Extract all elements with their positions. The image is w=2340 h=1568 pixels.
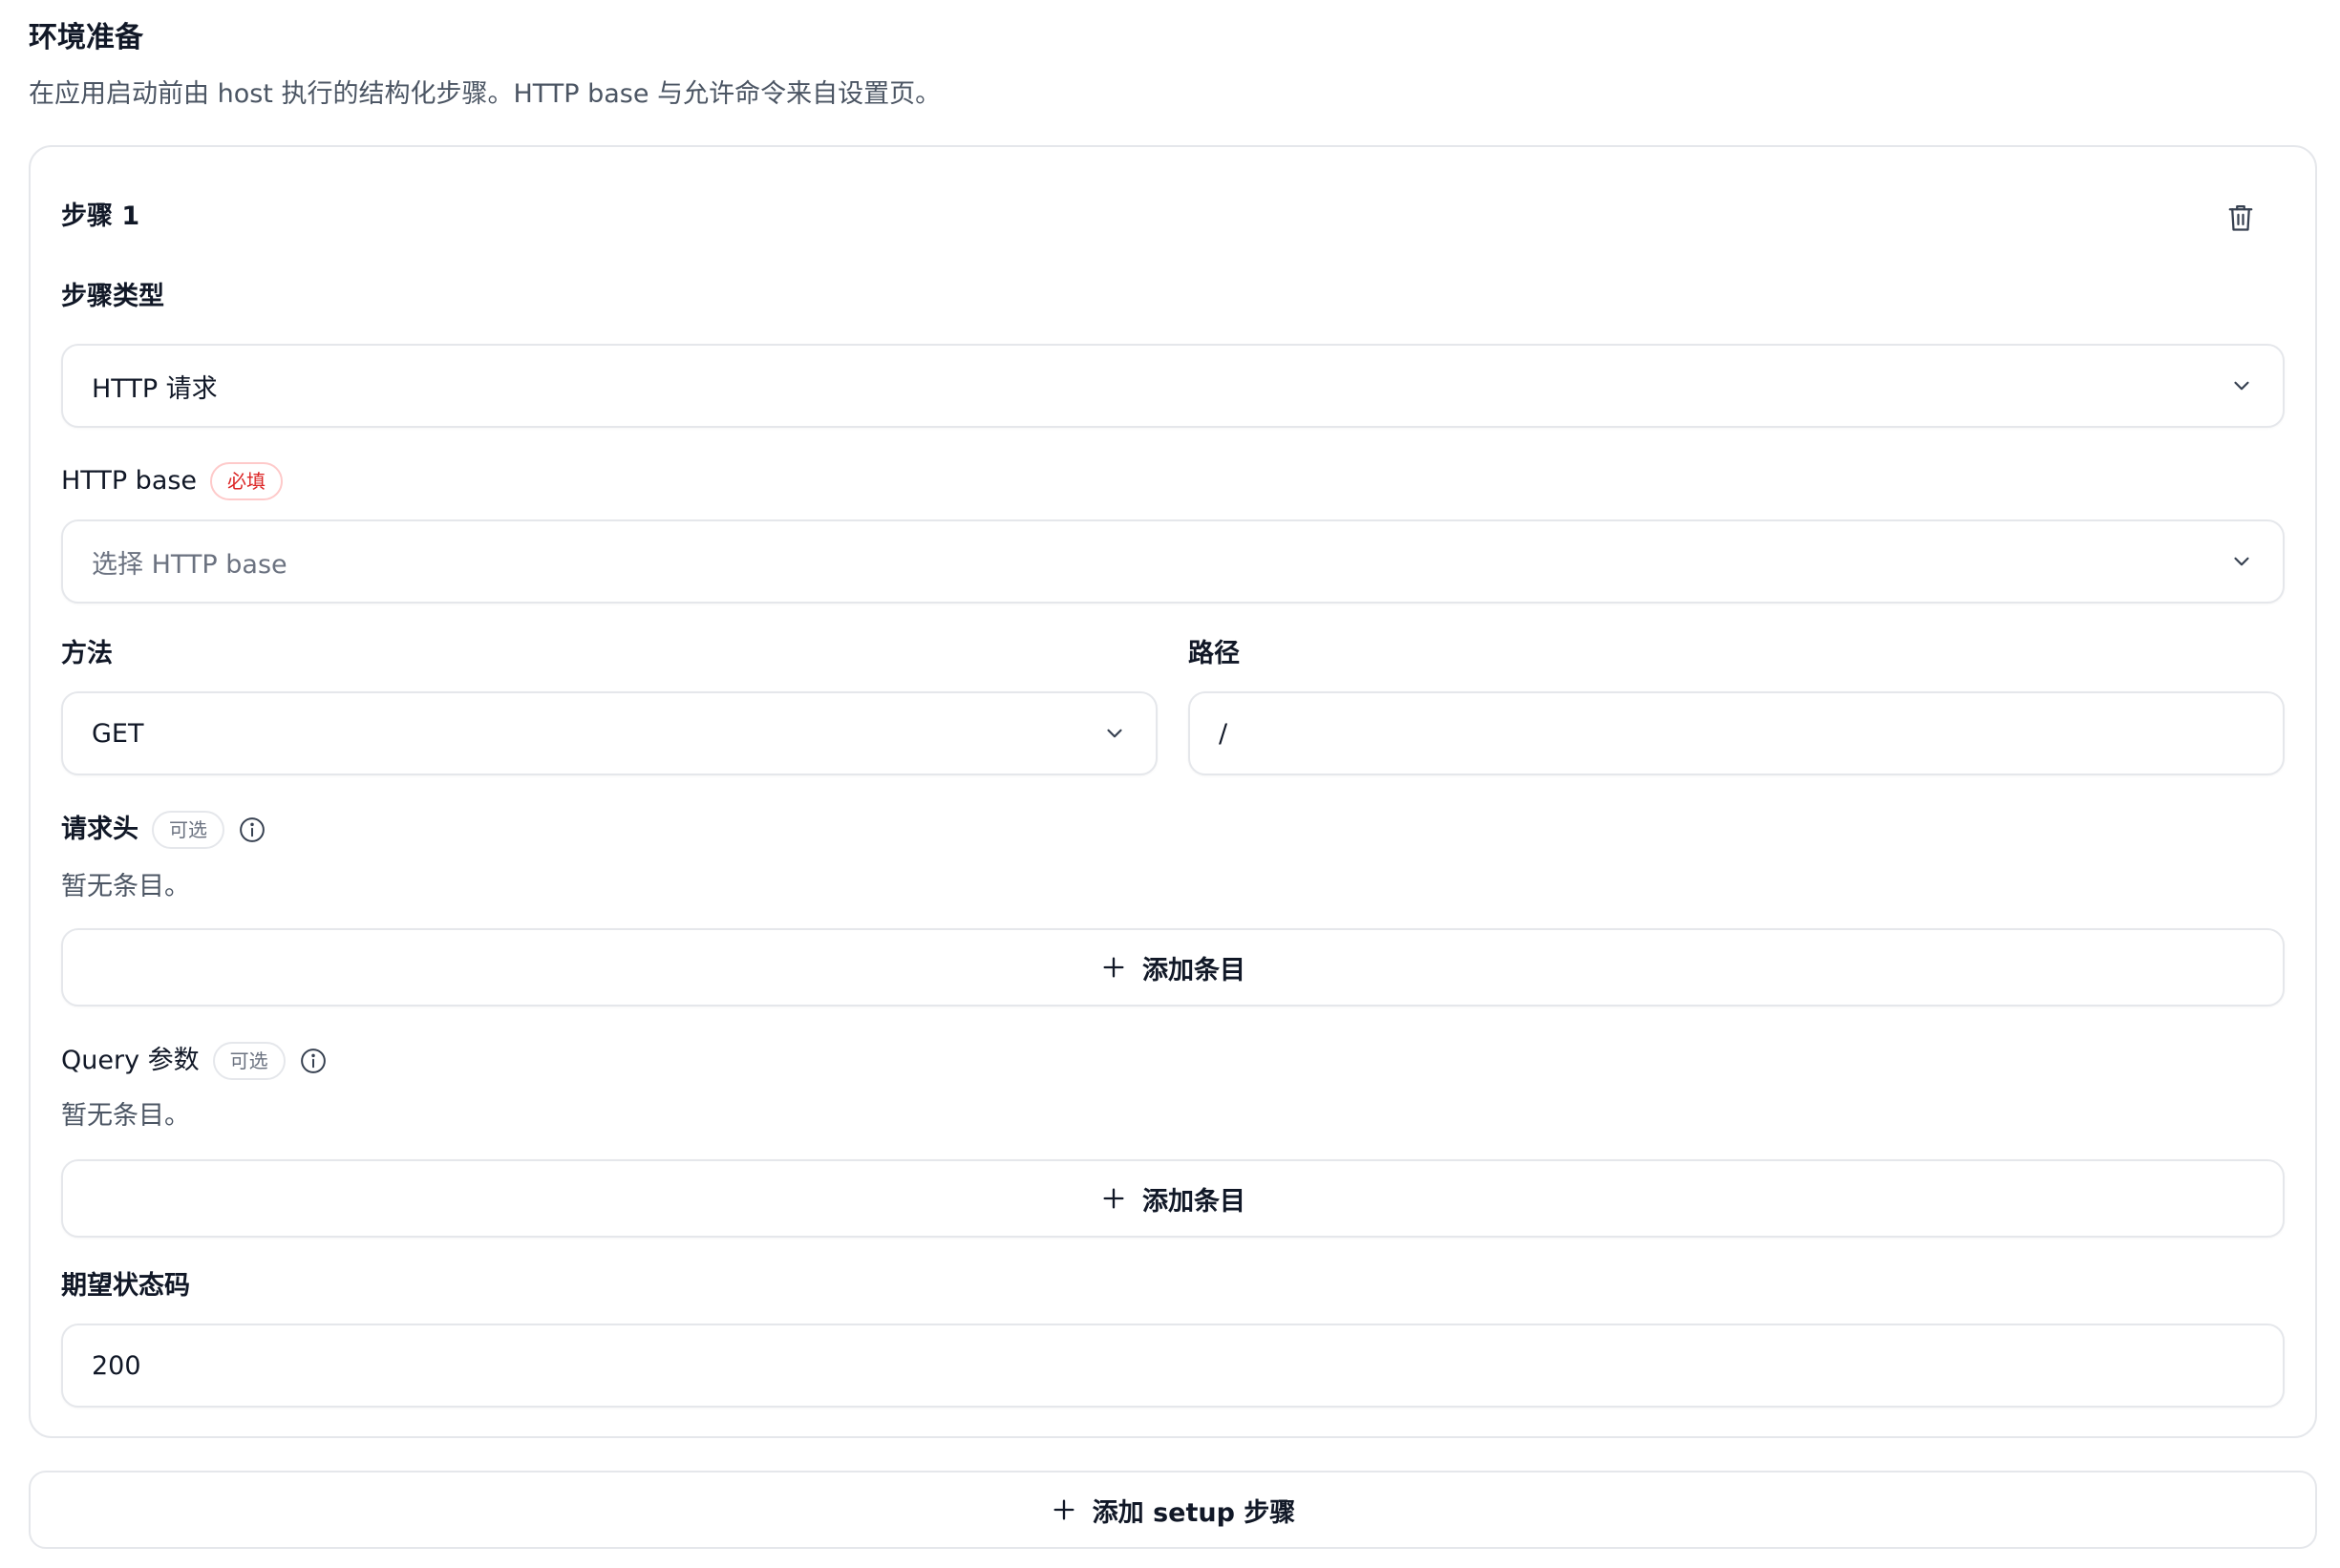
method-label-text: 方法 <box>61 639 113 668</box>
section-title: 环境准备 <box>29 21 143 54</box>
headers-empty-note: 暂无条目。 <box>61 872 190 901</box>
headers-label: 请求头 可选 <box>61 811 266 849</box>
method-label: 方法 <box>61 638 113 670</box>
info-icon[interactable] <box>299 1047 328 1075</box>
step-type-value: HTTP 请求 <box>92 373 218 404</box>
chevron-down-icon <box>2229 373 2254 398</box>
query-empty-note: 暂无条目。 <box>61 1101 190 1131</box>
add-header-button[interactable]: 添加条目 <box>61 928 2285 1006</box>
optional-badge: 可选 <box>212 1042 286 1080</box>
required-badge: 必填 <box>210 462 284 500</box>
plus-icon <box>1051 1496 1077 1523</box>
add-query-label: 添加条目 <box>1142 1186 1245 1217</box>
plus-icon <box>1100 1185 1127 1212</box>
add-setup-step-button[interactable]: 添加 setup 步骤 <box>29 1471 2317 1549</box>
chevron-down-icon <box>1102 721 1127 746</box>
path-input[interactable]: / <box>1188 691 2285 775</box>
environment-setup-page: 环境准备 在应用启动前由 host 执行的结构化步骤。HTTP base 与允许… <box>0 0 2340 1568</box>
trash-icon <box>2228 205 2253 231</box>
expected-status-label-text: 期望状态码 <box>61 1271 190 1301</box>
path-label-text: 路径 <box>1188 639 1240 668</box>
chevron-down-icon <box>2229 549 2254 574</box>
http-base-select[interactable]: 选择 HTTP base <box>61 519 2285 604</box>
query-label: Query 参数 可选 <box>61 1042 328 1080</box>
add-header-label: 添加条目 <box>1142 955 1245 985</box>
step-card: 步骤 1 步骤类型 HTTP 请求 HTTP base 必填 选择 HTTP b… <box>29 145 2317 1438</box>
http-base-label: HTTP base 必填 <box>61 462 284 500</box>
step-title: 步骤 1 <box>61 201 140 231</box>
step-type-label: 步骤类型 <box>61 281 164 313</box>
step-type-select[interactable]: HTTP 请求 <box>61 344 2285 428</box>
http-base-label-text: HTTP base <box>61 466 198 496</box>
method-select[interactable]: GET <box>61 691 1158 775</box>
plus-icon <box>1100 954 1127 981</box>
expected-status-input[interactable]: 200 <box>61 1324 2285 1408</box>
optional-badge: 可选 <box>152 811 224 849</box>
method-value: GET <box>92 718 144 749</box>
query-label-text: Query 参数 <box>61 1046 200 1075</box>
http-base-placeholder: 选择 HTTP base <box>92 549 287 580</box>
path-value: / <box>1219 718 1228 749</box>
delete-step-button[interactable] <box>2220 197 2262 239</box>
headers-label-text: 请求头 <box>61 815 138 844</box>
expected-status-value: 200 <box>92 1350 141 1381</box>
step-type-label-text: 步骤类型 <box>61 282 164 311</box>
expected-status-label: 期望状态码 <box>61 1270 190 1303</box>
info-icon[interactable] <box>238 816 266 844</box>
add-setup-step-label: 添加 setup 步骤 <box>1092 1497 1296 1528</box>
add-query-button[interactable]: 添加条目 <box>61 1159 2285 1238</box>
path-label: 路径 <box>1188 638 1240 670</box>
section-description: 在应用启动前由 host 执行的结构化步骤。HTTP base 与允许命令来自设… <box>29 79 942 109</box>
